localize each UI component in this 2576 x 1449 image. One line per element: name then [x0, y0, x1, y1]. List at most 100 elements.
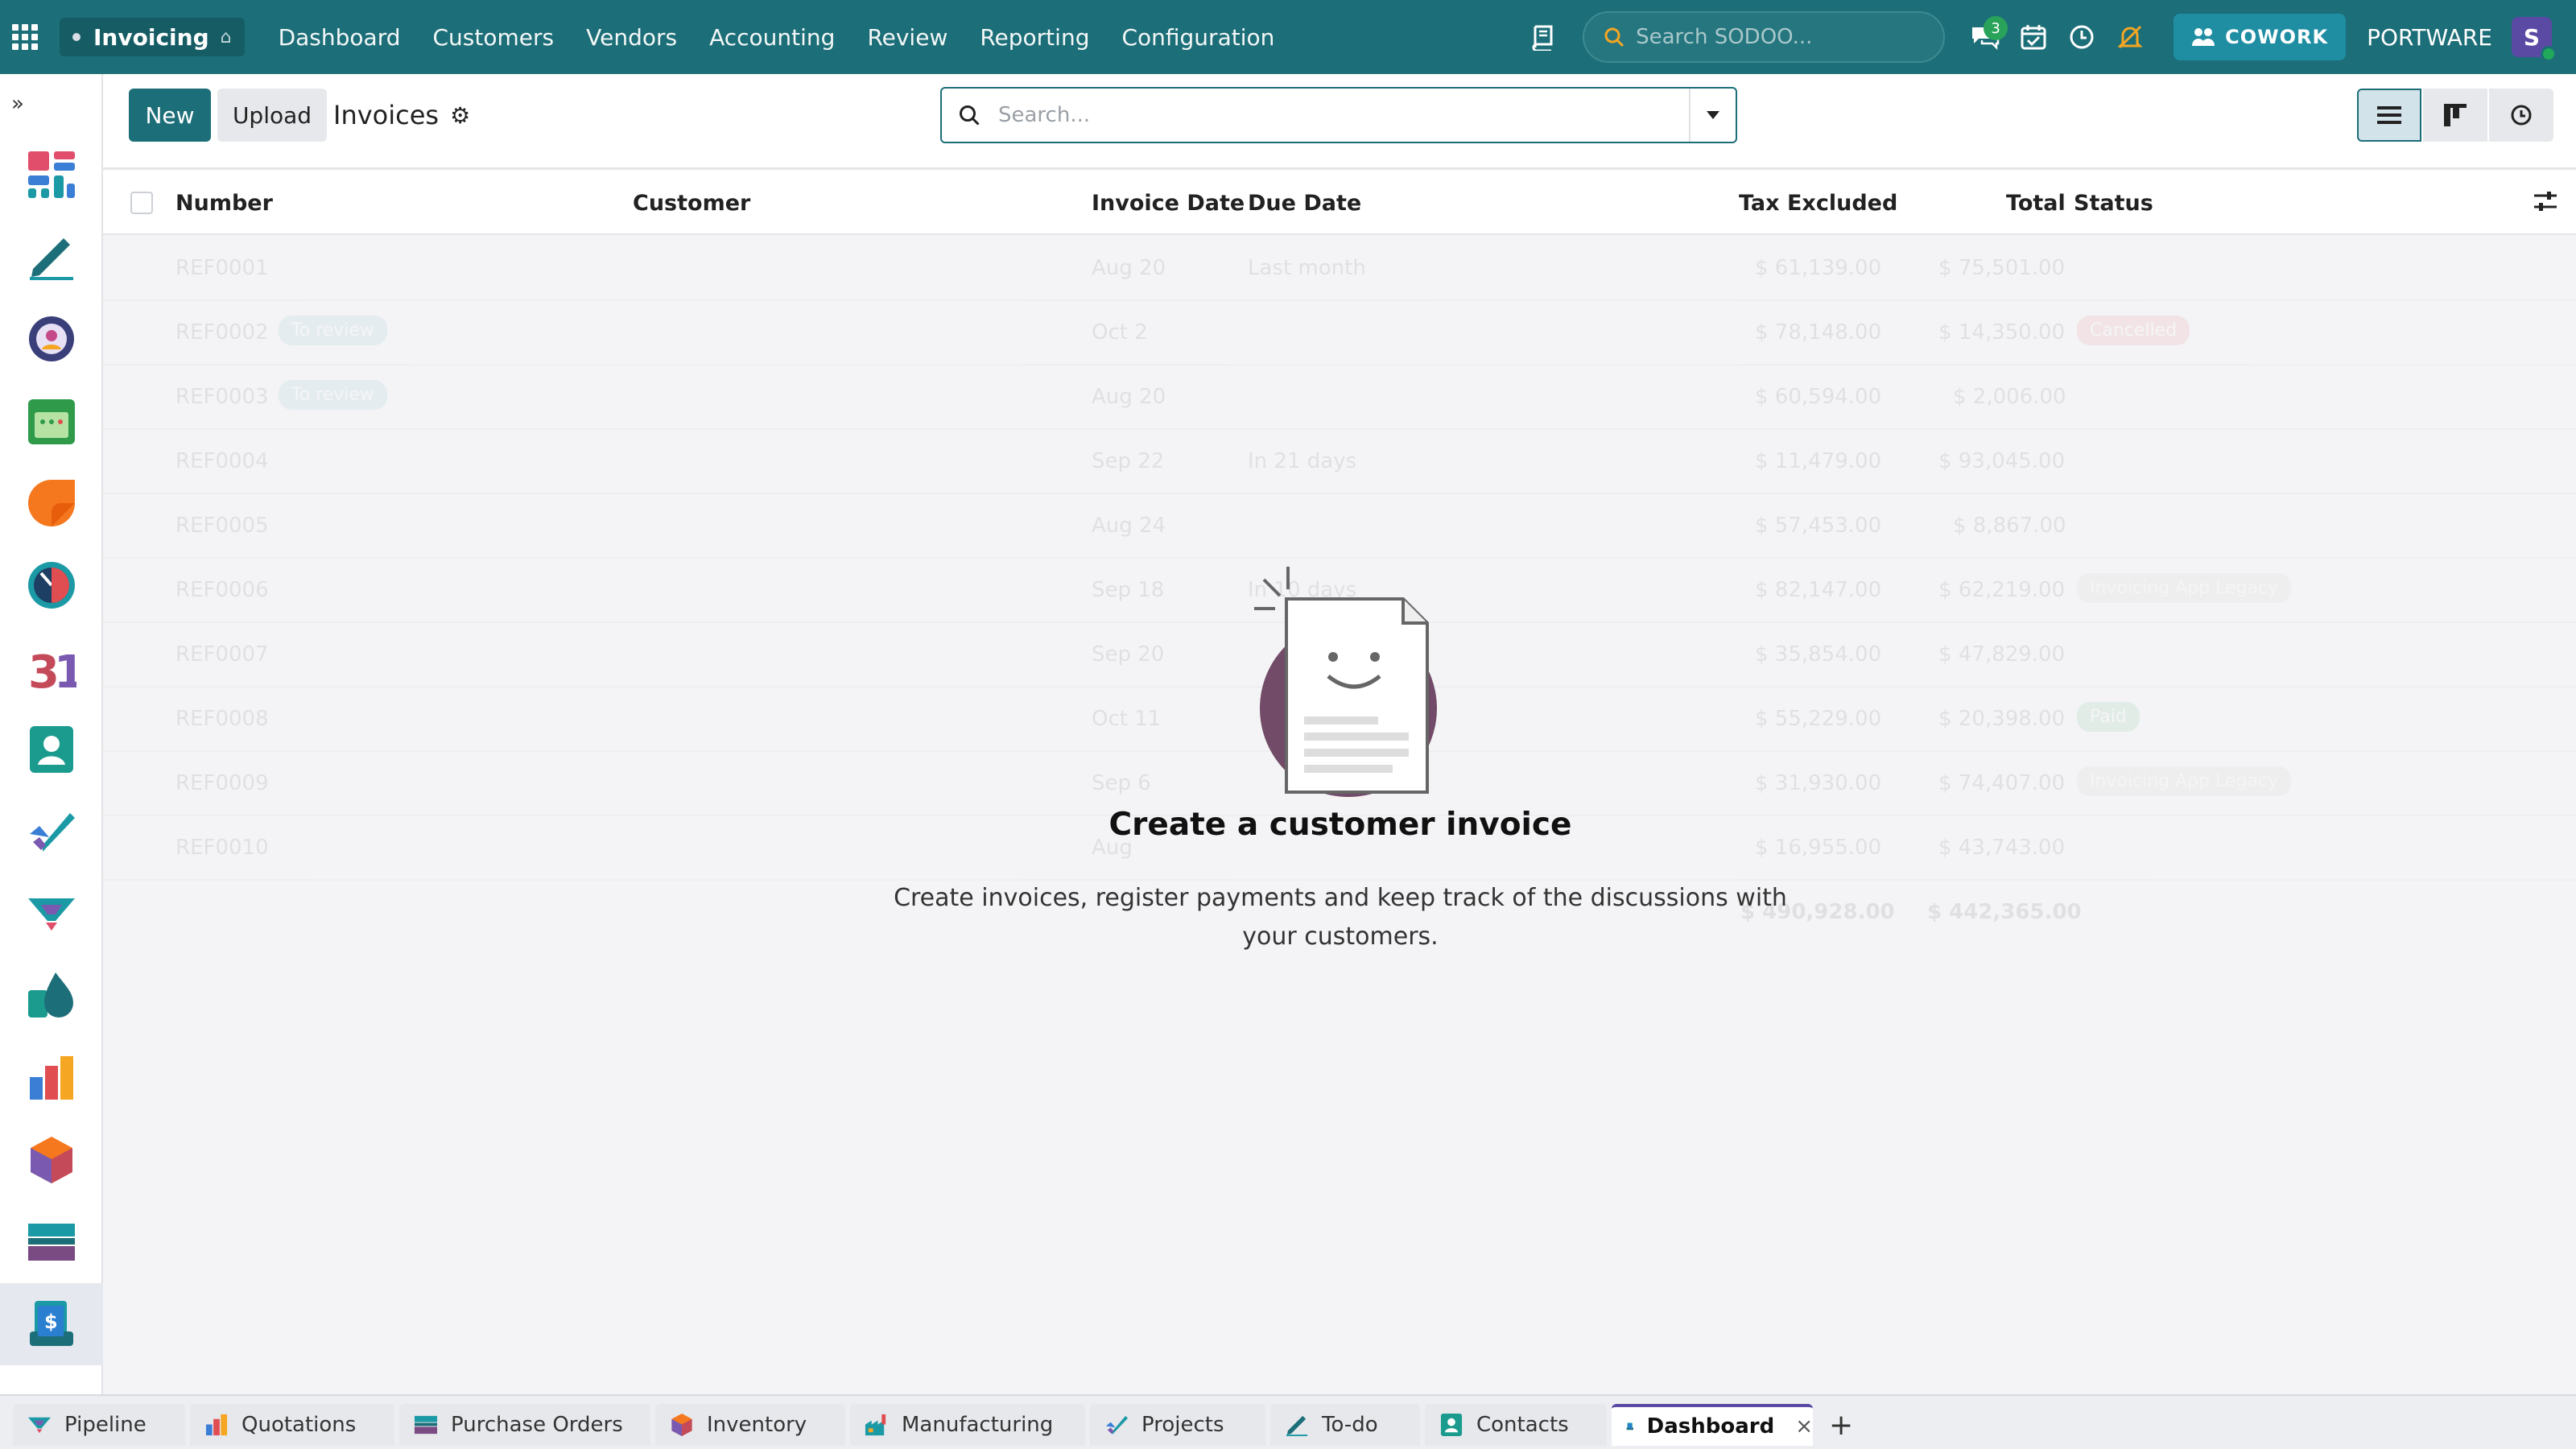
optional-columns-icon[interactable] [2533, 188, 2558, 214]
menu-vendors[interactable]: Vendors [570, 24, 693, 51]
cell-number: REF0001 [175, 256, 269, 280]
menu-reporting[interactable]: Reporting [964, 24, 1105, 51]
col-status[interactable]: Status [2074, 171, 2153, 235]
search-input[interactable]: Search... [940, 87, 1737, 143]
list-view-button[interactable] [2357, 89, 2421, 142]
global-search-input[interactable]: Search SODOO... [1583, 11, 1946, 63]
menu-review[interactable]: Review [851, 24, 964, 51]
menu-customers[interactable]: Customers [417, 24, 571, 51]
sidebar-item-calendar[interactable] [0, 380, 103, 462]
cell-total: $ 43,743.00 [1938, 836, 2066, 860]
upload-button[interactable]: Upload [217, 89, 327, 142]
purchase-icon [414, 1415, 438, 1435]
tab-pipeline[interactable]: Pipeline [13, 1404, 185, 1446]
todo-icon [1286, 1415, 1308, 1437]
svg-text:$: $ [44, 1311, 58, 1333]
sidebar-item-calendar-31[interactable]: 31 [0, 626, 103, 708]
cowork-button[interactable]: COWORK [2174, 14, 2347, 60]
search-options-toggle[interactable] [1689, 89, 1736, 142]
online-status-icon [2541, 46, 2557, 62]
messages-button[interactable]: 3 [1961, 0, 2009, 74]
sidebar-item-reporting[interactable] [0, 1037, 103, 1119]
col-total[interactable]: Total [2006, 171, 2066, 235]
bottom-tab-bar: Pipeline Quotations Purchase Orders Inve… [0, 1394, 2576, 1449]
quotations-icon [205, 1414, 228, 1436]
sidebar-item-contacts[interactable] [0, 708, 103, 791]
sidebar-item-invoicing[interactable]: $ [0, 1283, 103, 1365]
sidebar-item-pipeline[interactable] [0, 873, 103, 955]
app-menu-button[interactable] [0, 0, 50, 74]
current-app-pill[interactable]: Invoicing ⌂ [60, 18, 245, 56]
sidebar-item-inventory[interactable] [0, 1119, 103, 1201]
home-icon[interactable]: ⌂ [221, 27, 232, 47]
sidebar-item-discuss[interactable] [0, 955, 103, 1037]
tab-quotations[interactable]: Quotations [190, 1404, 394, 1446]
tab-purchase-orders[interactable]: Purchase Orders [399, 1404, 650, 1446]
activities-button[interactable] [2009, 0, 2058, 74]
tab-inventory[interactable]: Inventory [655, 1404, 845, 1446]
cell-number: REF0009 [175, 771, 269, 795]
cell-due-date: Last month [1248, 256, 1366, 280]
cell-tax-excluded: $ 61,139.00 [1755, 256, 1882, 280]
search-icon [960, 105, 980, 126]
menu-accounting[interactable]: Accounting [693, 24, 851, 51]
sidebar-item-crm[interactable] [0, 298, 103, 380]
tab-label: To-do [1322, 1413, 1378, 1437]
bell-slash-icon [2117, 25, 2143, 49]
cell-invoice-date: Oct 11 [1092, 707, 1162, 731]
notifications-button[interactable] [2106, 0, 2154, 74]
select-all-checkbox[interactable] [130, 192, 153, 214]
knowledge-icon[interactable] [1518, 0, 1567, 74]
kanban-view-button[interactable] [2423, 89, 2487, 142]
sign-icon [30, 238, 73, 280]
invoicing-icon [1626, 1422, 1634, 1430]
menu-dashboard[interactable]: Dashboard [262, 24, 417, 51]
sidebar-expand-button[interactable]: » [0, 74, 101, 134]
calendar-31-icon: 31 [28, 646, 76, 692]
close-icon[interactable]: × [1795, 1414, 1813, 1439]
new-button[interactable]: New [129, 89, 211, 142]
app-name: Invoicing [93, 23, 209, 51]
tab-projects[interactable]: Projects [1090, 1404, 1265, 1446]
purchase-icon [28, 1224, 75, 1261]
col-due-date[interactable]: Due Date [1248, 171, 1361, 235]
projects-icon [1105, 1415, 1129, 1435]
table-row: REF0004 Sep 22 In 21 days $ 11,479.00 $ … [103, 430, 2576, 494]
table-row: REF0001 Aug 20 Last month $ 61,139.00 $ … [103, 237, 2576, 301]
tab-contacts[interactable]: Contacts [1425, 1404, 1607, 1446]
col-tax-excluded[interactable]: Tax Excluded [1739, 171, 1897, 235]
sidebar-item-purchase[interactable] [0, 1201, 103, 1283]
contacts-icon [1440, 1413, 1463, 1437]
control-panel: New Upload Invoices ⚙ Search... [103, 74, 2576, 169]
dashboards-icon [28, 151, 75, 198]
menu-configuration[interactable]: Configuration [1105, 24, 1290, 51]
sidebar-item-sign[interactable] [0, 216, 103, 298]
sidebar-item-todo[interactable] [0, 791, 103, 873]
pipeline-icon [28, 898, 75, 931]
tab-dashboard[interactable]: Dashboard × [1612, 1404, 1813, 1446]
cell-number: REF0007 [175, 642, 269, 667]
review-tag: To review [279, 316, 387, 345]
user-avatar[interactable]: S [2512, 17, 2557, 62]
avatar-initial: S [2523, 23, 2541, 51]
sidebar-item-notes[interactable] [0, 462, 103, 544]
col-customer[interactable]: Customer [633, 171, 750, 235]
sidebar-item-timesheet[interactable] [0, 544, 103, 626]
cell-invoice-date: Aug 24 [1092, 514, 1166, 538]
cell-invoice-date: Aug 20 [1092, 385, 1166, 409]
activity-view-button[interactable] [2489, 89, 2553, 142]
col-invoice-date[interactable]: Invoice Date [1092, 171, 1245, 235]
sidebar-item-dashboards[interactable] [0, 134, 103, 216]
tab-manufacturing[interactable]: Manufacturing [850, 1404, 1085, 1446]
clock-button[interactable] [2058, 0, 2106, 74]
cell-due-date: In 21 days [1248, 449, 1357, 473]
company-switcher[interactable]: PORTWARE [2367, 24, 2492, 51]
empty-state-title: Create a customer invoice [1108, 807, 1572, 843]
contacts-icon [30, 726, 73, 773]
col-number[interactable]: Number [175, 171, 273, 235]
gear-icon[interactable]: ⚙ [450, 102, 470, 129]
cell-tax-excluded: $ 35,854.00 [1755, 642, 1882, 667]
add-tab-button[interactable]: + [1829, 1404, 1853, 1446]
tab-todo[interactable]: To-do [1270, 1404, 1420, 1446]
page-title: Invoices [333, 100, 440, 130]
